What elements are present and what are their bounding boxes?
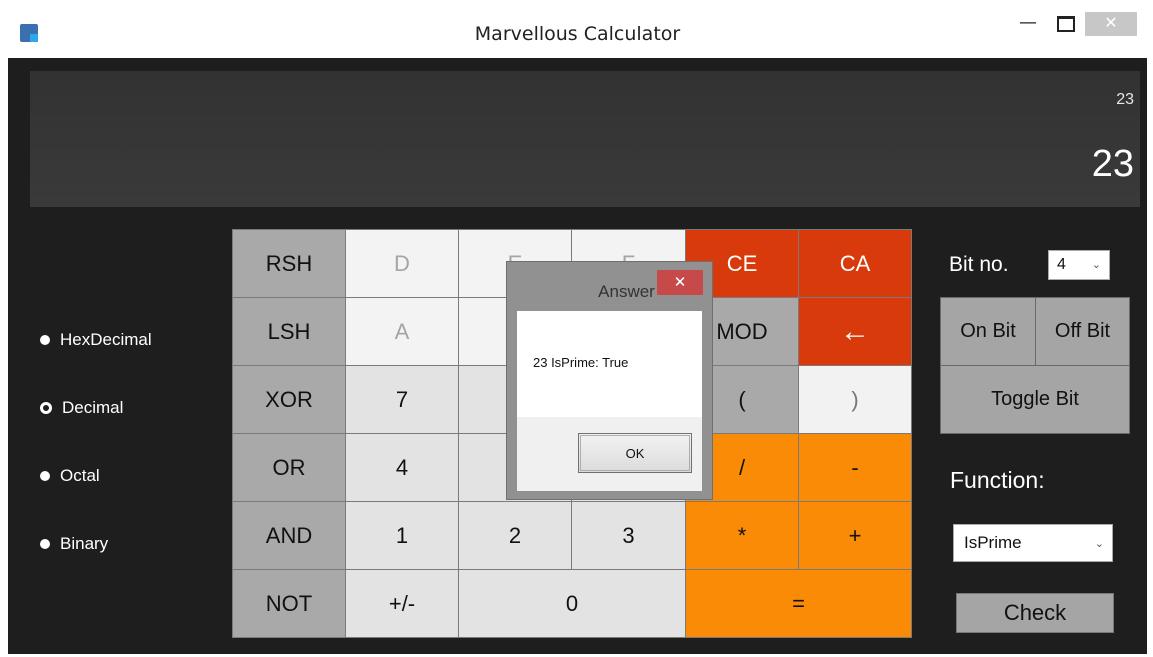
on-bit-button[interactable]: On Bit bbox=[940, 297, 1036, 366]
maximize-icon bbox=[1057, 16, 1075, 32]
function-label: Function: bbox=[950, 467, 1045, 493]
chevron-down-icon: ⌄ bbox=[1094, 538, 1104, 550]
close-paren-key[interactable]: ) bbox=[798, 365, 912, 434]
display-panel: 23 23 bbox=[30, 71, 1140, 207]
radio-decimal[interactable]: Decimal bbox=[40, 396, 123, 420]
radio-label: HexDecimal bbox=[60, 330, 152, 349]
radio-label: Decimal bbox=[62, 398, 124, 417]
dialog-close-button[interactable]: ✕ bbox=[657, 270, 703, 295]
lsh-key[interactable]: LSH bbox=[232, 297, 346, 366]
dialog-message-area: 23 IsPrime: True bbox=[517, 311, 702, 417]
bit-number-value: 4 bbox=[1057, 256, 1066, 273]
title-bar: Marvellous Calculator — ✕ bbox=[8, 8, 1147, 58]
four-key[interactable]: 4 bbox=[345, 433, 459, 502]
seven-key[interactable]: 7 bbox=[345, 365, 459, 434]
check-button[interactable]: Check bbox=[956, 593, 1114, 633]
dialog-body: 23 IsPrime: True OK bbox=[517, 311, 702, 491]
radio-dot-icon bbox=[40, 471, 50, 481]
ok-button[interactable]: OK bbox=[578, 433, 692, 473]
radio-hexdecimal[interactable]: HexDecimal bbox=[40, 328, 152, 352]
bit-number-select[interactable]: 4 ⌄ bbox=[1048, 250, 1110, 280]
function-select[interactable]: IsPrime ⌄ bbox=[953, 524, 1113, 562]
answer-dialog: Answer ✕ 23 IsPrime: True OK bbox=[506, 261, 713, 500]
calculator-window: Marvellous Calculator — ✕ 23 23 HexDecim… bbox=[8, 8, 1147, 654]
close-button[interactable]: ✕ bbox=[1085, 12, 1137, 36]
hex-a-key[interactable]: A bbox=[345, 297, 459, 366]
backspace-key[interactable]: ← bbox=[798, 297, 912, 366]
chevron-down-icon: ⌄ bbox=[1091, 259, 1101, 271]
maximize-button[interactable] bbox=[1054, 12, 1078, 36]
minus-key[interactable]: - bbox=[798, 433, 912, 502]
zero-key[interactable]: 0 bbox=[458, 569, 686, 638]
dialog-message: 23 IsPrime: True bbox=[533, 355, 629, 370]
display-history: 23 bbox=[1116, 91, 1134, 108]
minimize-button[interactable]: — bbox=[1016, 12, 1040, 36]
or-key[interactable]: OR bbox=[232, 433, 346, 502]
three-key[interactable]: 3 bbox=[571, 501, 686, 570]
radio-binary[interactable]: Binary bbox=[40, 532, 108, 556]
plus-key[interactable]: + bbox=[798, 501, 912, 570]
xor-key[interactable]: XOR bbox=[232, 365, 346, 434]
off-bit-button[interactable]: Off Bit bbox=[1035, 297, 1130, 366]
window-title: Marvellous Calculator bbox=[474, 23, 681, 45]
clear-all-key[interactable]: CA bbox=[798, 229, 912, 298]
one-key[interactable]: 1 bbox=[345, 501, 459, 570]
multiply-key[interactable]: * bbox=[685, 501, 799, 570]
radio-dot-icon bbox=[40, 539, 50, 549]
and-key[interactable]: AND bbox=[232, 501, 346, 570]
function-value: IsPrime bbox=[964, 533, 1022, 552]
rsh-key[interactable]: RSH bbox=[232, 229, 346, 298]
negate-key[interactable]: +/- bbox=[345, 569, 459, 638]
two-key[interactable]: 2 bbox=[458, 501, 572, 570]
radio-octal[interactable]: Octal bbox=[40, 464, 100, 488]
bit-number-label: Bit no. bbox=[949, 253, 1009, 276]
hex-d-key[interactable]: D bbox=[345, 229, 459, 298]
backspace-arrow-icon: ← bbox=[840, 314, 870, 348]
radio-dot-icon bbox=[40, 335, 50, 345]
display-value: 23 bbox=[1091, 143, 1134, 185]
radio-label: Octal bbox=[60, 466, 100, 485]
radio-selected-icon bbox=[40, 402, 52, 414]
toggle-bit-button[interactable]: Toggle Bit bbox=[940, 365, 1130, 434]
equals-key[interactable]: = bbox=[685, 569, 912, 638]
not-key[interactable]: NOT bbox=[232, 569, 346, 638]
radio-label: Binary bbox=[60, 534, 109, 553]
